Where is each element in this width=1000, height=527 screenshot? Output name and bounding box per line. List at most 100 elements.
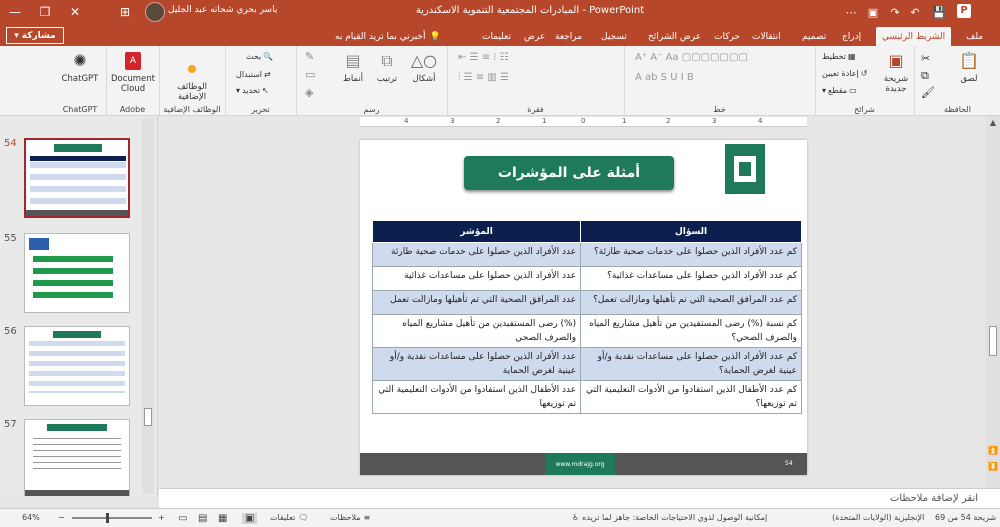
- layout-button[interactable]: تخطيط ▦: [822, 52, 856, 61]
- table-row: كم عدد الأفراد الذين حصلوا على خدمات صحي…: [371, 242, 802, 267]
- notes-placeholder[interactable]: انقر لإضافة ملاحظات: [890, 493, 978, 504]
- tab-design[interactable]: تصميم: [796, 27, 832, 46]
- ruler-tick: 1: [622, 117, 627, 125]
- thumbnail-slide-56[interactable]: [24, 326, 130, 406]
- organization-logo: [725, 144, 765, 194]
- scroll-thumb[interactable]: [144, 408, 152, 426]
- table-cell[interactable]: كم عدد الأطفال الذين استفادوا من الأدوات…: [580, 380, 802, 414]
- tell-me-search[interactable]: أخبرني بما تريد القيام به 💡: [335, 27, 441, 46]
- table-cell[interactable]: عدد الأفراد الذين حصلوا على خدمات صحية ط…: [371, 242, 582, 267]
- shape-fill-icon[interactable]: ◈: [305, 86, 313, 99]
- present-icon[interactable]: ▣: [864, 4, 882, 20]
- editing-group: بحث 🔍 استبدال ⇄ ▾ تحديد ↖ تحرير: [225, 46, 295, 116]
- redo-icon[interactable]: ↷: [886, 4, 904, 20]
- paragraph-tools-row1[interactable]: ⇤ ☰ ≡ ⁝ ☷: [458, 52, 509, 63]
- notes-button[interactable]: ملاحظات ≡: [330, 513, 370, 522]
- clipboard-group: ✂ ⧉ 🖌 📋 لصق الحافظة: [914, 46, 1000, 116]
- table-header-indicator: المؤشر: [371, 220, 582, 243]
- table-cell[interactable]: عدد الأطفال الذين استفادوا من الأدوات ال…: [371, 380, 582, 414]
- zoom-level[interactable]: 64%: [22, 513, 40, 522]
- replace-button[interactable]: استبدال ⇄: [236, 70, 271, 79]
- close-button[interactable]: ✕: [60, 0, 90, 24]
- font-tools-row2[interactable]: A ab S U I B: [635, 72, 694, 83]
- layout-icon: ▦: [847, 52, 856, 61]
- accessibility-status[interactable]: إمكانية الوصول لذوي الاحتياجات الخاصة: ج…: [572, 513, 767, 522]
- next-slide-icon[interactable]: ⏬: [988, 462, 998, 471]
- save-icon[interactable]: 💾: [930, 4, 948, 20]
- zoom-slider-thumb[interactable]: [106, 513, 109, 523]
- tab-review[interactable]: مراجعة: [549, 27, 588, 46]
- table-cell[interactable]: كم عدد المرافق الصحية التي تم تأهيلها وم…: [580, 290, 802, 315]
- slideshow-view-icon[interactable]: ▭: [178, 513, 187, 524]
- window-title: المبادرات المجتمعية التنموية الاسكندرية …: [415, 5, 645, 16]
- notes-pane[interactable]: انقر لإضافة ملاحظات: [159, 488, 1000, 508]
- table-cell[interactable]: (%) رضى المستفيدين من تأهيل مشاريع الميا…: [371, 314, 582, 348]
- tab-help[interactable]: تعليمات: [476, 27, 517, 46]
- select-button[interactable]: ▾ تحديد ↖: [236, 86, 269, 95]
- comments-button[interactable]: تعليقات 🗨: [270, 513, 308, 522]
- section-button[interactable]: ▾ مقطع ▭: [822, 86, 857, 95]
- tab-view[interactable]: عرض: [518, 27, 551, 46]
- thumbnail-slide-55[interactable]: [24, 233, 130, 313]
- scroll-up-icon[interactable]: ▲: [988, 118, 998, 127]
- ribbon-tabs: ▾ مشاركة أخبرني بما تريد القيام به 💡 تعليم…: [0, 24, 1000, 46]
- minimize-button[interactable]: —: [0, 0, 30, 24]
- table-cell[interactable]: كم عدد الأفراد الذين حصلوا على خدمات صحي…: [580, 242, 802, 267]
- undo-icon[interactable]: ↶: [906, 4, 924, 20]
- copy-icon[interactable]: ⧉: [921, 69, 929, 83]
- table-cell[interactable]: عدد المرافق الصحية التي تم تأهيلها ومازا…: [371, 290, 582, 315]
- tab-slideshow[interactable]: عرض الشرائح: [642, 27, 707, 46]
- thumbnail-slide-57[interactable]: [24, 419, 130, 496]
- indicators-table[interactable]: السؤال المؤشر كم عدد الأفراد الذين حصلوا…: [371, 220, 802, 414]
- tab-animations[interactable]: حركات: [708, 27, 746, 46]
- previous-slide-icon[interactable]: ⏫: [988, 446, 998, 455]
- shapes-icon: △○: [410, 51, 438, 70]
- language-status[interactable]: الإنجليزية (الولايات المتحدة): [832, 513, 924, 522]
- sorter-view-icon[interactable]: ▦: [218, 513, 227, 524]
- paste-button[interactable]: 📋 لصق: [949, 50, 989, 85]
- zoom-slider[interactable]: [72, 513, 152, 523]
- zoom-out-icon[interactable]: −: [58, 513, 65, 522]
- tab-insert[interactable]: إدراج: [836, 27, 867, 46]
- addins-button[interactable]: الوظائف الإضافية: [167, 58, 217, 102]
- thumb-footer: [26, 210, 128, 216]
- table-cell[interactable]: كم عدد الأفراد الذين حصلوا على مساعدات ن…: [580, 347, 802, 381]
- font-tools-row1[interactable]: A⁺ A⁻ Aa ▢▢▢▢▢▢▢: [635, 52, 748, 63]
- more-icon[interactable]: ⋯: [842, 4, 860, 20]
- cut-icon[interactable]: ✂: [921, 52, 930, 65]
- scroll-thumb[interactable]: [989, 326, 997, 356]
- reading-view-icon[interactable]: ▤: [198, 513, 207, 524]
- styles-button[interactable]: ▤ أنماط: [337, 50, 369, 85]
- ribbon-display-icon[interactable]: ⊞: [110, 0, 140, 24]
- avatar[interactable]: [145, 2, 165, 22]
- shape-outline-icon[interactable]: ▭: [305, 68, 315, 81]
- format-painter-icon[interactable]: 🖌: [921, 86, 935, 99]
- arrange-button[interactable]: ⧉ ترتيب: [371, 50, 403, 85]
- maximize-button[interactable]: ❐: [30, 0, 60, 24]
- editor-scrollbar[interactable]: ▲ ⏫ ⏬: [986, 116, 1000, 488]
- thumb-chart: [29, 238, 49, 250]
- reset-button[interactable]: إعادة تعيين ↺: [822, 69, 867, 78]
- tab-home[interactable]: الشريط الرئيسي: [876, 27, 952, 46]
- new-slide-button[interactable]: ▣ شريحة جديدة: [878, 50, 914, 95]
- tab-record[interactable]: تسجيل: [595, 27, 633, 46]
- find-button[interactable]: بحث 🔍: [246, 52, 273, 61]
- table-cell[interactable]: عدد الأفراد الذين حصلوا على مساعدات غذائ…: [371, 266, 582, 291]
- tab-transitions[interactable]: انتقالات: [746, 27, 787, 46]
- thumbnails-scrollbar[interactable]: [142, 118, 154, 494]
- shapes-button[interactable]: △○ أشكال: [405, 50, 443, 85]
- document-cloud-button[interactable]: A Document Cloud: [108, 50, 158, 94]
- slide-title[interactable]: أمثلة على المؤشرات: [464, 156, 674, 190]
- chatgpt-button[interactable]: ✺ ChatGPT: [55, 50, 105, 85]
- share-button[interactable]: ▾ مشاركة: [6, 27, 64, 44]
- normal-view-icon[interactable]: ▣: [242, 513, 258, 524]
- table-cell[interactable]: كم نسبة (%) رضى المستفيدين من تأهيل مشار…: [580, 314, 802, 348]
- zoom-in-icon[interactable]: +: [158, 513, 165, 522]
- current-slide[interactable]: أمثلة على المؤشرات السؤال المؤشر كم عدد …: [360, 140, 807, 475]
- thumbnail-slide-54[interactable]: [24, 138, 130, 218]
- tab-file[interactable]: ملف: [960, 27, 989, 46]
- paragraph-tools-row2[interactable]: ⫶ ☰ ≡ ▥ ☰: [458, 72, 509, 83]
- table-cell[interactable]: عدد الأفراد الذين حصلوا على مساعدات نقدي…: [371, 347, 582, 381]
- table-cell[interactable]: كم عدد الأفراد الذين حصلوا على مساعدات غ…: [580, 266, 802, 291]
- shape-effects-icon[interactable]: ✎: [305, 50, 314, 63]
